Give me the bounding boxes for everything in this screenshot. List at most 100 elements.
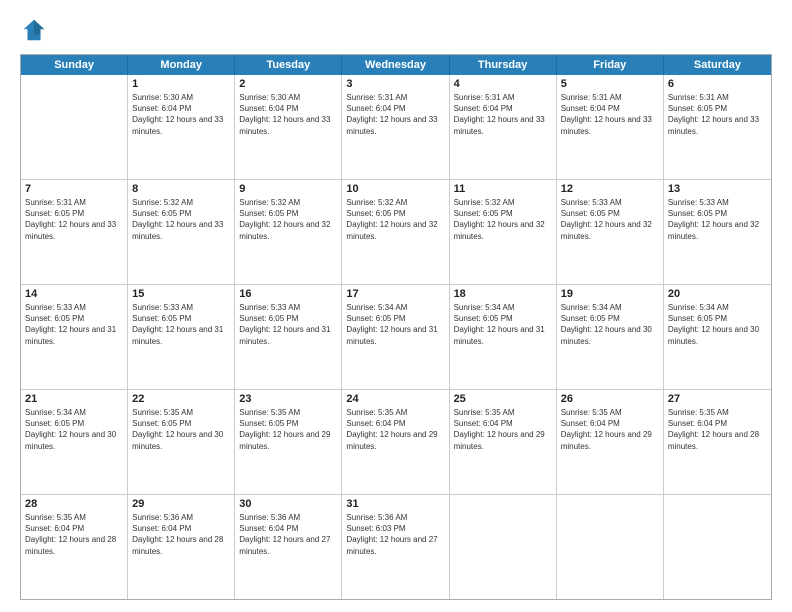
- calendar-cell: 29Sunrise: 5:36 AMSunset: 6:04 PMDayligh…: [128, 495, 235, 599]
- weekday-header: Sunday: [21, 55, 128, 75]
- cell-info-line: Sunrise: 5:31 AM: [454, 92, 552, 103]
- calendar-cell: 11Sunrise: 5:32 AMSunset: 6:05 PMDayligh…: [450, 180, 557, 284]
- day-number: 22: [132, 393, 230, 405]
- cell-info-line: Daylight: 12 hours and 30 minutes.: [25, 429, 123, 451]
- calendar-cell: [21, 75, 128, 179]
- weekday-header: Wednesday: [342, 55, 449, 75]
- cell-info-line: Daylight: 12 hours and 30 minutes.: [561, 324, 659, 346]
- calendar-cell: 13 Sunrise: 5:33 AMSunset: 6:05 PMDayligh…: [664, 180, 771, 284]
- weekday-header: Tuesday: [235, 55, 342, 75]
- day-number: 24: [346, 393, 444, 405]
- cell-info-line: Daylight: 12 hours and 33 minutes.: [561, 114, 659, 136]
- cell-info-line: Sunrise: 5:35 AM: [561, 407, 659, 418]
- cell-info-line: Daylight: 12 hours and 29 minutes.: [346, 429, 444, 451]
- day-number: 23: [239, 393, 337, 405]
- cell-info-line: Sunset: 6:04 PM: [561, 103, 659, 114]
- calendar-cell: 6Sunrise: 5:31 AMSunset: 6:05 PMDaylight…: [664, 75, 771, 179]
- day-number: 7: [25, 183, 123, 195]
- calendar-cell: 24Sunrise: 5:35 AMSunset: 6:04 PMDayligh…: [342, 390, 449, 494]
- calendar-cell: 14Sunrise: 5:33 AMSunset: 6:05 PMDayligh…: [21, 285, 128, 389]
- cell-info-line: Daylight: 12 hours and 28 minutes.: [25, 534, 123, 556]
- cell-info-line: Sunset: 6:05 PM: [561, 208, 659, 219]
- cell-info-line: Sunrise: 5:33 AM: [668, 197, 767, 208]
- calendar-row: 1Sunrise: 5:30 AMSunset: 6:04 PMDaylight…: [21, 75, 771, 180]
- weekday-header: Monday: [128, 55, 235, 75]
- cell-info-line: Sunrise: 5:35 AM: [25, 512, 123, 523]
- calendar-cell: 17 Sunrise: 5:34 AMSunset: 6:05 PMDayligh…: [342, 285, 449, 389]
- day-number: 5: [561, 78, 659, 90]
- calendar-cell: [664, 495, 771, 599]
- cell-info-line: Sunrise: 5:35 AM: [132, 407, 230, 418]
- calendar-row: 7Sunrise: 5:31 AMSunset: 6:05 PMDaylight…: [21, 180, 771, 285]
- day-number: 30: [239, 498, 337, 510]
- day-number: 9: [239, 183, 337, 195]
- day-number: 15: [132, 288, 230, 300]
- calendar-row: 28Sunrise: 5:35 AMSunset: 6:04 PMDayligh…: [21, 495, 771, 599]
- day-number: 18: [454, 288, 552, 300]
- calendar-row: 21Sunrise: 5:34 AMSunset: 6:05 PMDayligh…: [21, 390, 771, 495]
- calendar-cell: 19Sunrise: 5:34 AMSunset: 6:05 PMDayligh…: [557, 285, 664, 389]
- cell-info-line: Sunset: 6:05 PM: [25, 313, 123, 324]
- cell-info-line: Sunrise: 5:34 AM: [668, 302, 767, 313]
- cell-info-line: Sunrise: 5:32 AM: [346, 197, 444, 208]
- cell-info-line: Sunrise: 5:34 AM: [346, 302, 444, 313]
- header: [20, 16, 772, 44]
- calendar-cell: 30Sunrise: 5:36 AMSunset: 6:04 PMDayligh…: [235, 495, 342, 599]
- cell-info-line: Sunset: 6:05 PM: [346, 313, 444, 324]
- day-number: 28: [25, 498, 123, 510]
- cell-info-line: Sunrise: 5:33 AM: [25, 302, 123, 313]
- cell-info-line: Sunset: 6:05 PM: [132, 418, 230, 429]
- cell-info-line: Sunrise: 5:33 AM: [239, 302, 337, 313]
- cell-info-line: Sunrise: 5:34 AM: [25, 407, 123, 418]
- cell-info-line: Sunrise: 5:35 AM: [239, 407, 337, 418]
- weekday-header: Thursday: [450, 55, 557, 75]
- cell-info-line: Daylight: 12 hours and 33 minutes.: [25, 219, 123, 241]
- cell-info-line: Sunset: 6:04 PM: [561, 418, 659, 429]
- day-number: 13: [668, 183, 767, 195]
- calendar: SundayMondayTuesdayWednesdayThursdayFrid…: [20, 54, 772, 600]
- cell-info-line: Daylight: 12 hours and 30 minutes.: [132, 429, 230, 451]
- cell-info-line: Sunset: 6:05 PM: [25, 208, 123, 219]
- cell-info-line: Daylight: 12 hours and 32 minutes.: [346, 219, 444, 241]
- calendar-cell: 21Sunrise: 5:34 AMSunset: 6:05 PMDayligh…: [21, 390, 128, 494]
- cell-info-line: Daylight: 12 hours and 28 minutes.: [132, 534, 230, 556]
- day-number: 20: [668, 288, 767, 300]
- cell-info-line: Daylight: 12 hours and 29 minutes.: [561, 429, 659, 451]
- cell-info-line: Sunset: 6:05 PM: [668, 208, 767, 219]
- cell-info-line: Sunset: 6:03 PM: [346, 523, 444, 534]
- day-number: 12: [561, 183, 659, 195]
- cell-info-line: Daylight: 12 hours and 32 minutes.: [668, 219, 767, 241]
- cell-info-line: Daylight: 12 hours and 32 minutes.: [239, 219, 337, 241]
- cell-info-line: Sunrise: 5:36 AM: [132, 512, 230, 523]
- cell-info-line: Daylight: 12 hours and 31 minutes.: [346, 324, 444, 346]
- calendar-cell: 4Sunrise: 5:31 AMSunset: 6:04 PMDaylight…: [450, 75, 557, 179]
- cell-info-line: Daylight: 12 hours and 33 minutes.: [668, 114, 767, 136]
- cell-info-line: Daylight: 12 hours and 33 minutes.: [454, 114, 552, 136]
- cell-info-line: Daylight: 12 hours and 27 minutes.: [346, 534, 444, 556]
- day-number: 16: [239, 288, 337, 300]
- day-number: 11: [454, 183, 552, 195]
- day-number: 21: [25, 393, 123, 405]
- calendar-cell: 9Sunrise: 5:32 AMSunset: 6:05 PMDaylight…: [235, 180, 342, 284]
- cell-info-line: Sunrise: 5:33 AM: [132, 302, 230, 313]
- day-number: 8: [132, 183, 230, 195]
- cell-info-line: Sunrise: 5:30 AM: [239, 92, 337, 103]
- cell-info-line: Sunset: 6:05 PM: [668, 103, 767, 114]
- calendar-cell: 15Sunrise: 5:33 AMSunset: 6:05 PMDayligh…: [128, 285, 235, 389]
- calendar-cell: 7Sunrise: 5:31 AMSunset: 6:05 PMDaylight…: [21, 180, 128, 284]
- cell-info-line: Sunrise: 5:32 AM: [454, 197, 552, 208]
- cell-info-line: Daylight: 12 hours and 29 minutes.: [239, 429, 337, 451]
- cell-info-line: Sunrise: 5:32 AM: [132, 197, 230, 208]
- calendar-cell: 8Sunrise: 5:32 AMSunset: 6:05 PMDaylight…: [128, 180, 235, 284]
- cell-info-line: Sunset: 6:04 PM: [454, 418, 552, 429]
- cell-info-line: Daylight: 12 hours and 32 minutes.: [454, 219, 552, 241]
- cell-info-line: Sunset: 6:04 PM: [668, 418, 767, 429]
- weekday-header: Friday: [557, 55, 664, 75]
- cell-info-line: Sunset: 6:05 PM: [561, 313, 659, 324]
- cell-info-line: Daylight: 12 hours and 30 minutes.: [668, 324, 767, 346]
- day-number: 17: [346, 288, 444, 300]
- cell-info-line: Sunset: 6:05 PM: [668, 313, 767, 324]
- weekday-header: Saturday: [664, 55, 771, 75]
- calendar-cell: 31Sunrise: 5:36 AMSunset: 6:03 PMDayligh…: [342, 495, 449, 599]
- day-number: 25: [454, 393, 552, 405]
